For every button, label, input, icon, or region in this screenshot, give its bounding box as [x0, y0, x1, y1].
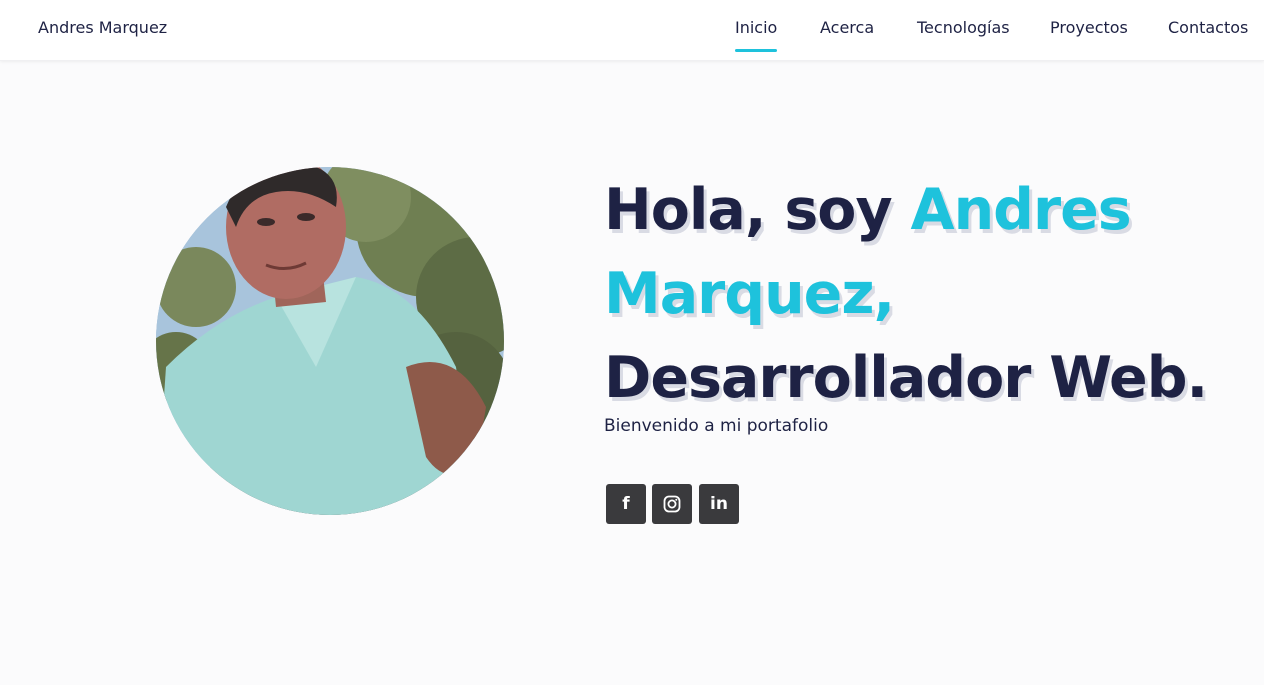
instagram-button[interactable] — [652, 484, 692, 524]
navbar: Andres Marquez Inicio Acerca Tecnologías… — [0, 0, 1264, 61]
hero-subtitle: Bienvenido a mi portafolio — [604, 416, 829, 436]
linkedin-icon: in — [710, 494, 728, 514]
nav-proyectos[interactable]: Proyectos — [1050, 18, 1128, 37]
facebook-button[interactable]: f — [606, 484, 646, 524]
nav-tecnologias[interactable]: Tecnologías — [917, 18, 1010, 37]
nav-inicio[interactable]: Inicio — [735, 18, 778, 52]
hero-name-first: Andres — [910, 177, 1131, 243]
nav-acerca[interactable]: Acerca — [820, 18, 874, 37]
hero-title: Hola, soy Andres Marquez, Desarrollador … — [604, 168, 1224, 420]
instagram-icon — [663, 495, 681, 513]
linkedin-button[interactable]: in — [699, 484, 739, 524]
facebook-icon: f — [622, 494, 630, 514]
nav-contactos[interactable]: Contactos — [1168, 18, 1248, 37]
profile-photo — [156, 167, 504, 515]
hero-role: Desarrollador Web. — [604, 345, 1208, 411]
brand-link[interactable]: Andres Marquez — [38, 18, 167, 37]
hero-name-last: Marquez, — [604, 261, 895, 327]
profile-photo-illustration — [156, 167, 504, 515]
hero-title-line-1: Hola, soy Andres — [604, 168, 1224, 252]
hero-greeting: Hola, soy — [604, 177, 893, 243]
